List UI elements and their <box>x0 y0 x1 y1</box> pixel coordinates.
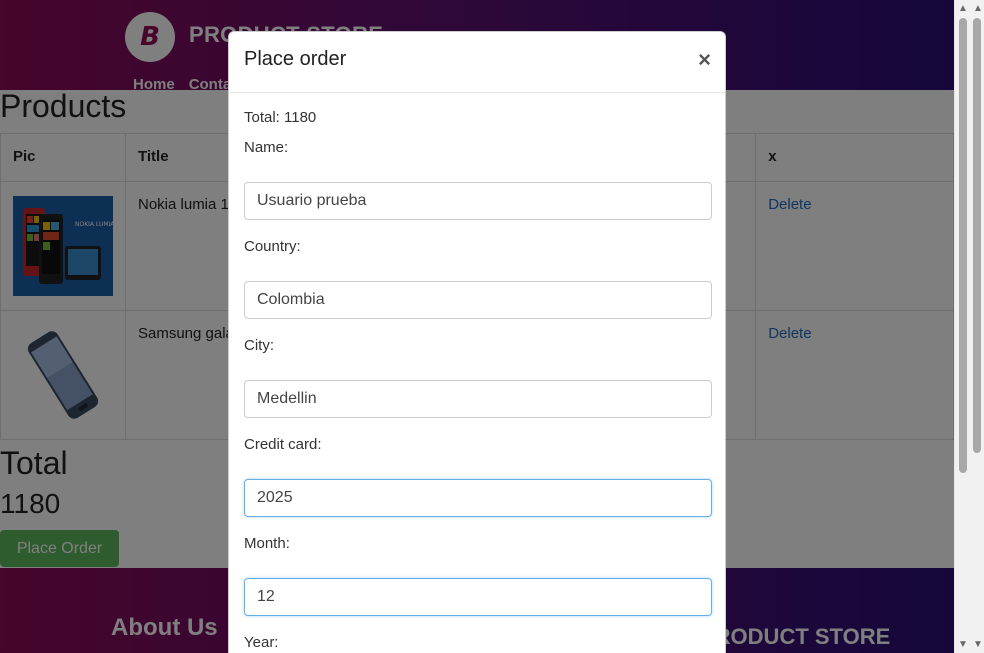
credit-card-input[interactable] <box>244 479 712 517</box>
name-label: Name: <box>244 139 289 156</box>
scroll-down-icon[interactable]: ▼ <box>958 640 968 650</box>
country-label: Country: <box>244 238 301 255</box>
close-icon[interactable]: × <box>698 49 711 71</box>
scroll-down-icon[interactable]: ▼ <box>973 640 983 650</box>
name-input[interactable] <box>244 182 712 220</box>
place-order-modal: Place order × Total: 1180 Name: Country:… <box>228 31 726 653</box>
scroll-up-icon[interactable]: ▲ <box>973 4 983 14</box>
scrollbar-thumb[interactable] <box>959 18 967 473</box>
scrollbar-thumb[interactable] <box>973 18 981 453</box>
page-scrollbar[interactable]: ▲ ▲ ▼ ▼ <box>954 0 984 653</box>
month-input[interactable] <box>244 578 712 616</box>
country-input[interactable] <box>244 281 712 319</box>
credit-card-label: Credit card: <box>244 436 322 453</box>
scroll-up-icon[interactable]: ▲ <box>958 4 968 14</box>
order-total-text: Total: 1180 <box>244 109 317 126</box>
city-label: City: <box>244 337 274 354</box>
modal-title: Place order <box>244 48 347 70</box>
modal-header: Place order × <box>229 32 725 93</box>
city-input[interactable] <box>244 380 712 418</box>
year-label: Year: <box>244 634 279 651</box>
month-label: Month: <box>244 535 290 552</box>
